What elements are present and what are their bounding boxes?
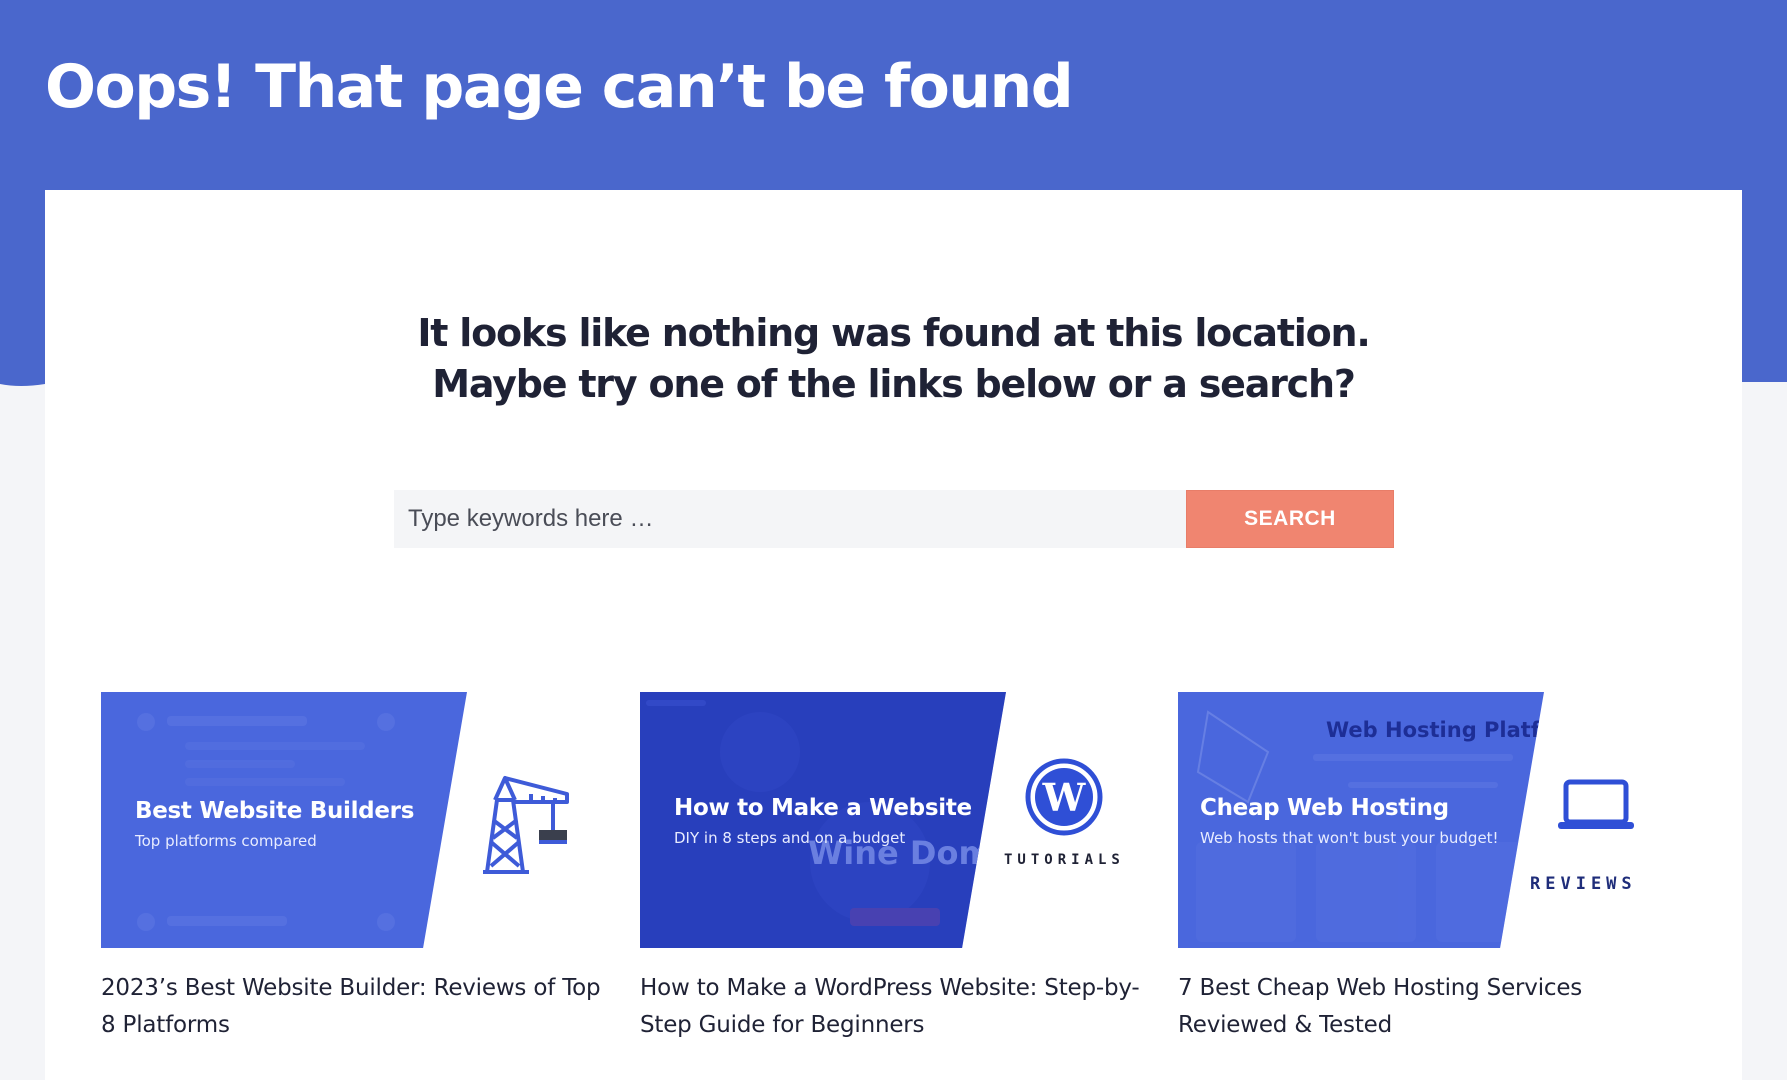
post-title-link[interactable]: 7 Best Cheap Web Hosting Services Review…	[1178, 970, 1678, 1044]
search-form: SEARCH	[394, 490, 1394, 548]
thumbnail-title: Cheap Web Hosting	[1200, 795, 1449, 821]
reviews-tag: REVIEWS	[1530, 874, 1637, 894]
search-input[interactable]	[394, 490, 1186, 548]
thumbnail-subtitle: DIY in 8 steps and on a budget	[674, 829, 906, 847]
tutorials-tag: TUTORIALS	[1004, 852, 1125, 868]
post-card-cheap-hosting: Web Hosting Platforr Cheap Web Hosting W…	[1178, 692, 1678, 1044]
svg-text:W: W	[1042, 775, 1087, 820]
post-title-link[interactable]: How to Make a WordPress Website: Step-by…	[640, 970, 1140, 1044]
wordpress-icon: W	[1025, 758, 1103, 841]
page-title: Oops! That page can’t be found	[45, 52, 1074, 122]
message-line-1: It looks like nothing was found at this …	[417, 311, 1370, 355]
post-thumbnail[interactable]: Best Website Builders Top platforms comp…	[101, 692, 601, 948]
content-card: It looks like nothing was found at this …	[45, 190, 1742, 1080]
search-button[interactable]: SEARCH	[1186, 490, 1394, 548]
post-thumbnail[interactable]: Wine Dom How to Make a Website DIY in 8 …	[640, 692, 1140, 948]
thumbnail-subtitle: Web hosts that won't bust your budget!	[1200, 829, 1499, 847]
thumbnail-panel: Best Website Builders Top platforms comp…	[101, 692, 467, 948]
thumbnail-background-text: Web Hosting Platforr	[1326, 718, 1576, 742]
thumbnail-subtitle: Top platforms compared	[135, 832, 317, 850]
not-found-message: It looks like nothing was found at this …	[45, 308, 1742, 410]
post-card-wordpress-guide: Wine Dom How to Make a Website DIY in 8 …	[640, 692, 1140, 1044]
post-card-website-builders: Best Website Builders Top platforms comp…	[101, 692, 601, 1044]
post-title-link[interactable]: 2023’s Best Website Builder: Reviews of …	[101, 970, 601, 1044]
thumbnail-title: Best Website Builders	[135, 798, 415, 824]
post-thumbnail[interactable]: Web Hosting Platforr Cheap Web Hosting W…	[1178, 692, 1678, 948]
thumbnail-panel: Wine Dom How to Make a Website DIY in 8 …	[640, 692, 1006, 948]
thumbnail-title: How to Make a Website	[674, 795, 972, 821]
message-line-2: Maybe try one of the links below or a se…	[432, 362, 1356, 406]
crane-icon	[473, 772, 573, 881]
laptop-icon	[1558, 778, 1634, 837]
thumbnail-panel: Web Hosting Platforr Cheap Web Hosting W…	[1178, 692, 1544, 948]
